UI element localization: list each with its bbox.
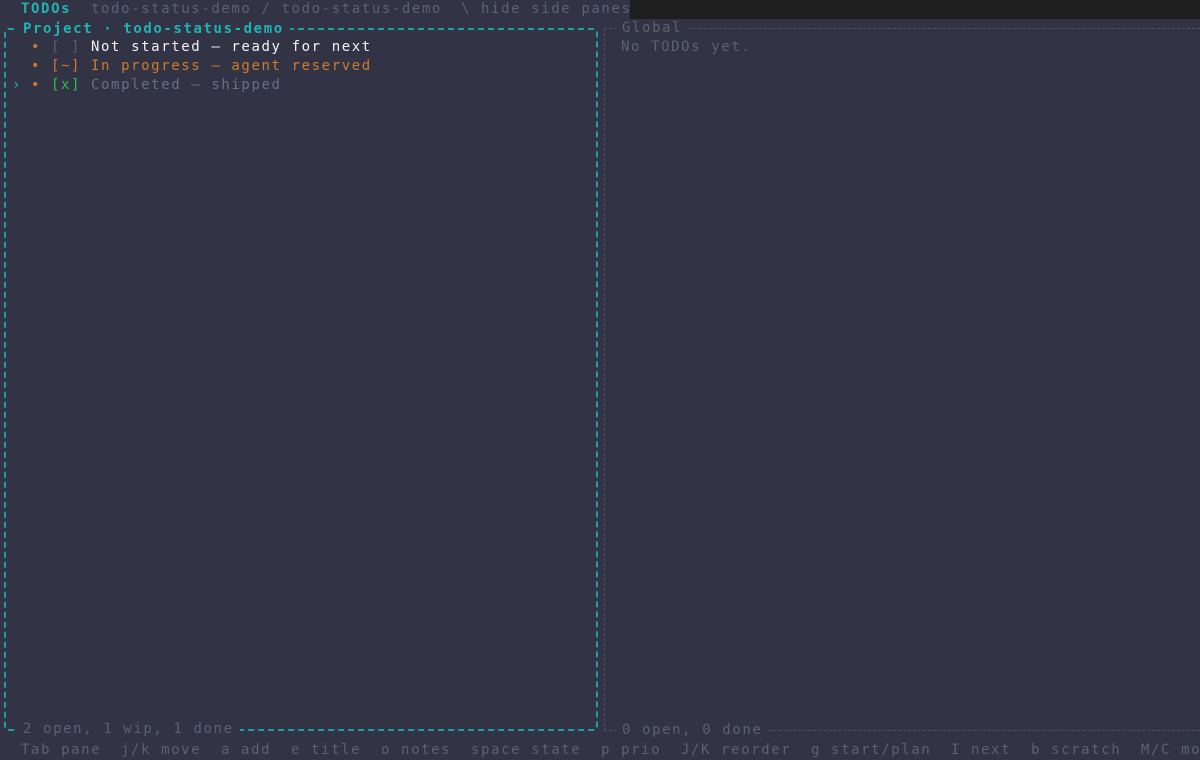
status-checkbox[interactable]: [ ] [51,38,81,57]
help-hint: o notes [381,742,452,758]
bullet-icon: • [31,58,42,74]
todo-title: Not started — ready for next [91,39,372,55]
todo-item[interactable]: • [~] In progress — agent reserved [0,57,590,76]
help-hint: I next [951,742,1012,758]
help-hint: g start/plan [811,742,932,758]
todo-title: Completed — shipped [91,77,282,93]
project-pane-title: Project · todo-status-demo [17,20,290,39]
bullet-icon: • [31,77,42,93]
help-hint: J/K reorder [681,742,792,758]
project-pane[interactable]: Project · todo-status-demo 2 open, 1 wip… [4,20,598,739]
project-pane-footer: 2 open, 1 wip, 1 done [17,720,240,739]
help-hint: Tab pane [21,742,102,758]
global-pane-title: Global [616,19,689,38]
bullet-icon: • [31,39,42,55]
global-empty-message: No TODOs yet. [621,39,752,55]
help-hint: j/k move [121,742,202,758]
global-pane-footer: 0 open, 0 done [616,721,769,740]
title-bar-filler [630,0,1200,19]
todo-item[interactable]: • [ ] Not started — ready for next [0,38,590,57]
help-hint: M/C mo [1141,742,1200,758]
title-bar: TODOs todo-status-demo / todo-status-dem… [0,0,630,19]
todo-item[interactable]: › • [x] Completed — shipped [0,76,590,95]
help-hint: p prio [601,742,662,758]
status-checkbox[interactable]: [x] [51,76,81,95]
global-pane[interactable]: Global 0 open, 0 done [604,19,1200,740]
help-bar: Tab pane j/k move a add e title o notes space… [0,741,1200,760]
hide-side-panes-hint[interactable]: \ hide side panes [461,0,632,19]
help-hint: a add [221,742,272,758]
help-hint: space state [471,742,582,758]
help-hint: e title [291,742,362,758]
selection-cursor-icon: › [12,77,23,93]
todo-title: In progress — agent reserved [91,58,372,74]
app-title: TODOs [21,1,72,17]
breadcrumb: todo-status-demo / todo-status-demo [91,1,443,17]
status-checkbox[interactable]: [~] [51,57,81,76]
help-hint: b scratch [1031,742,1122,758]
